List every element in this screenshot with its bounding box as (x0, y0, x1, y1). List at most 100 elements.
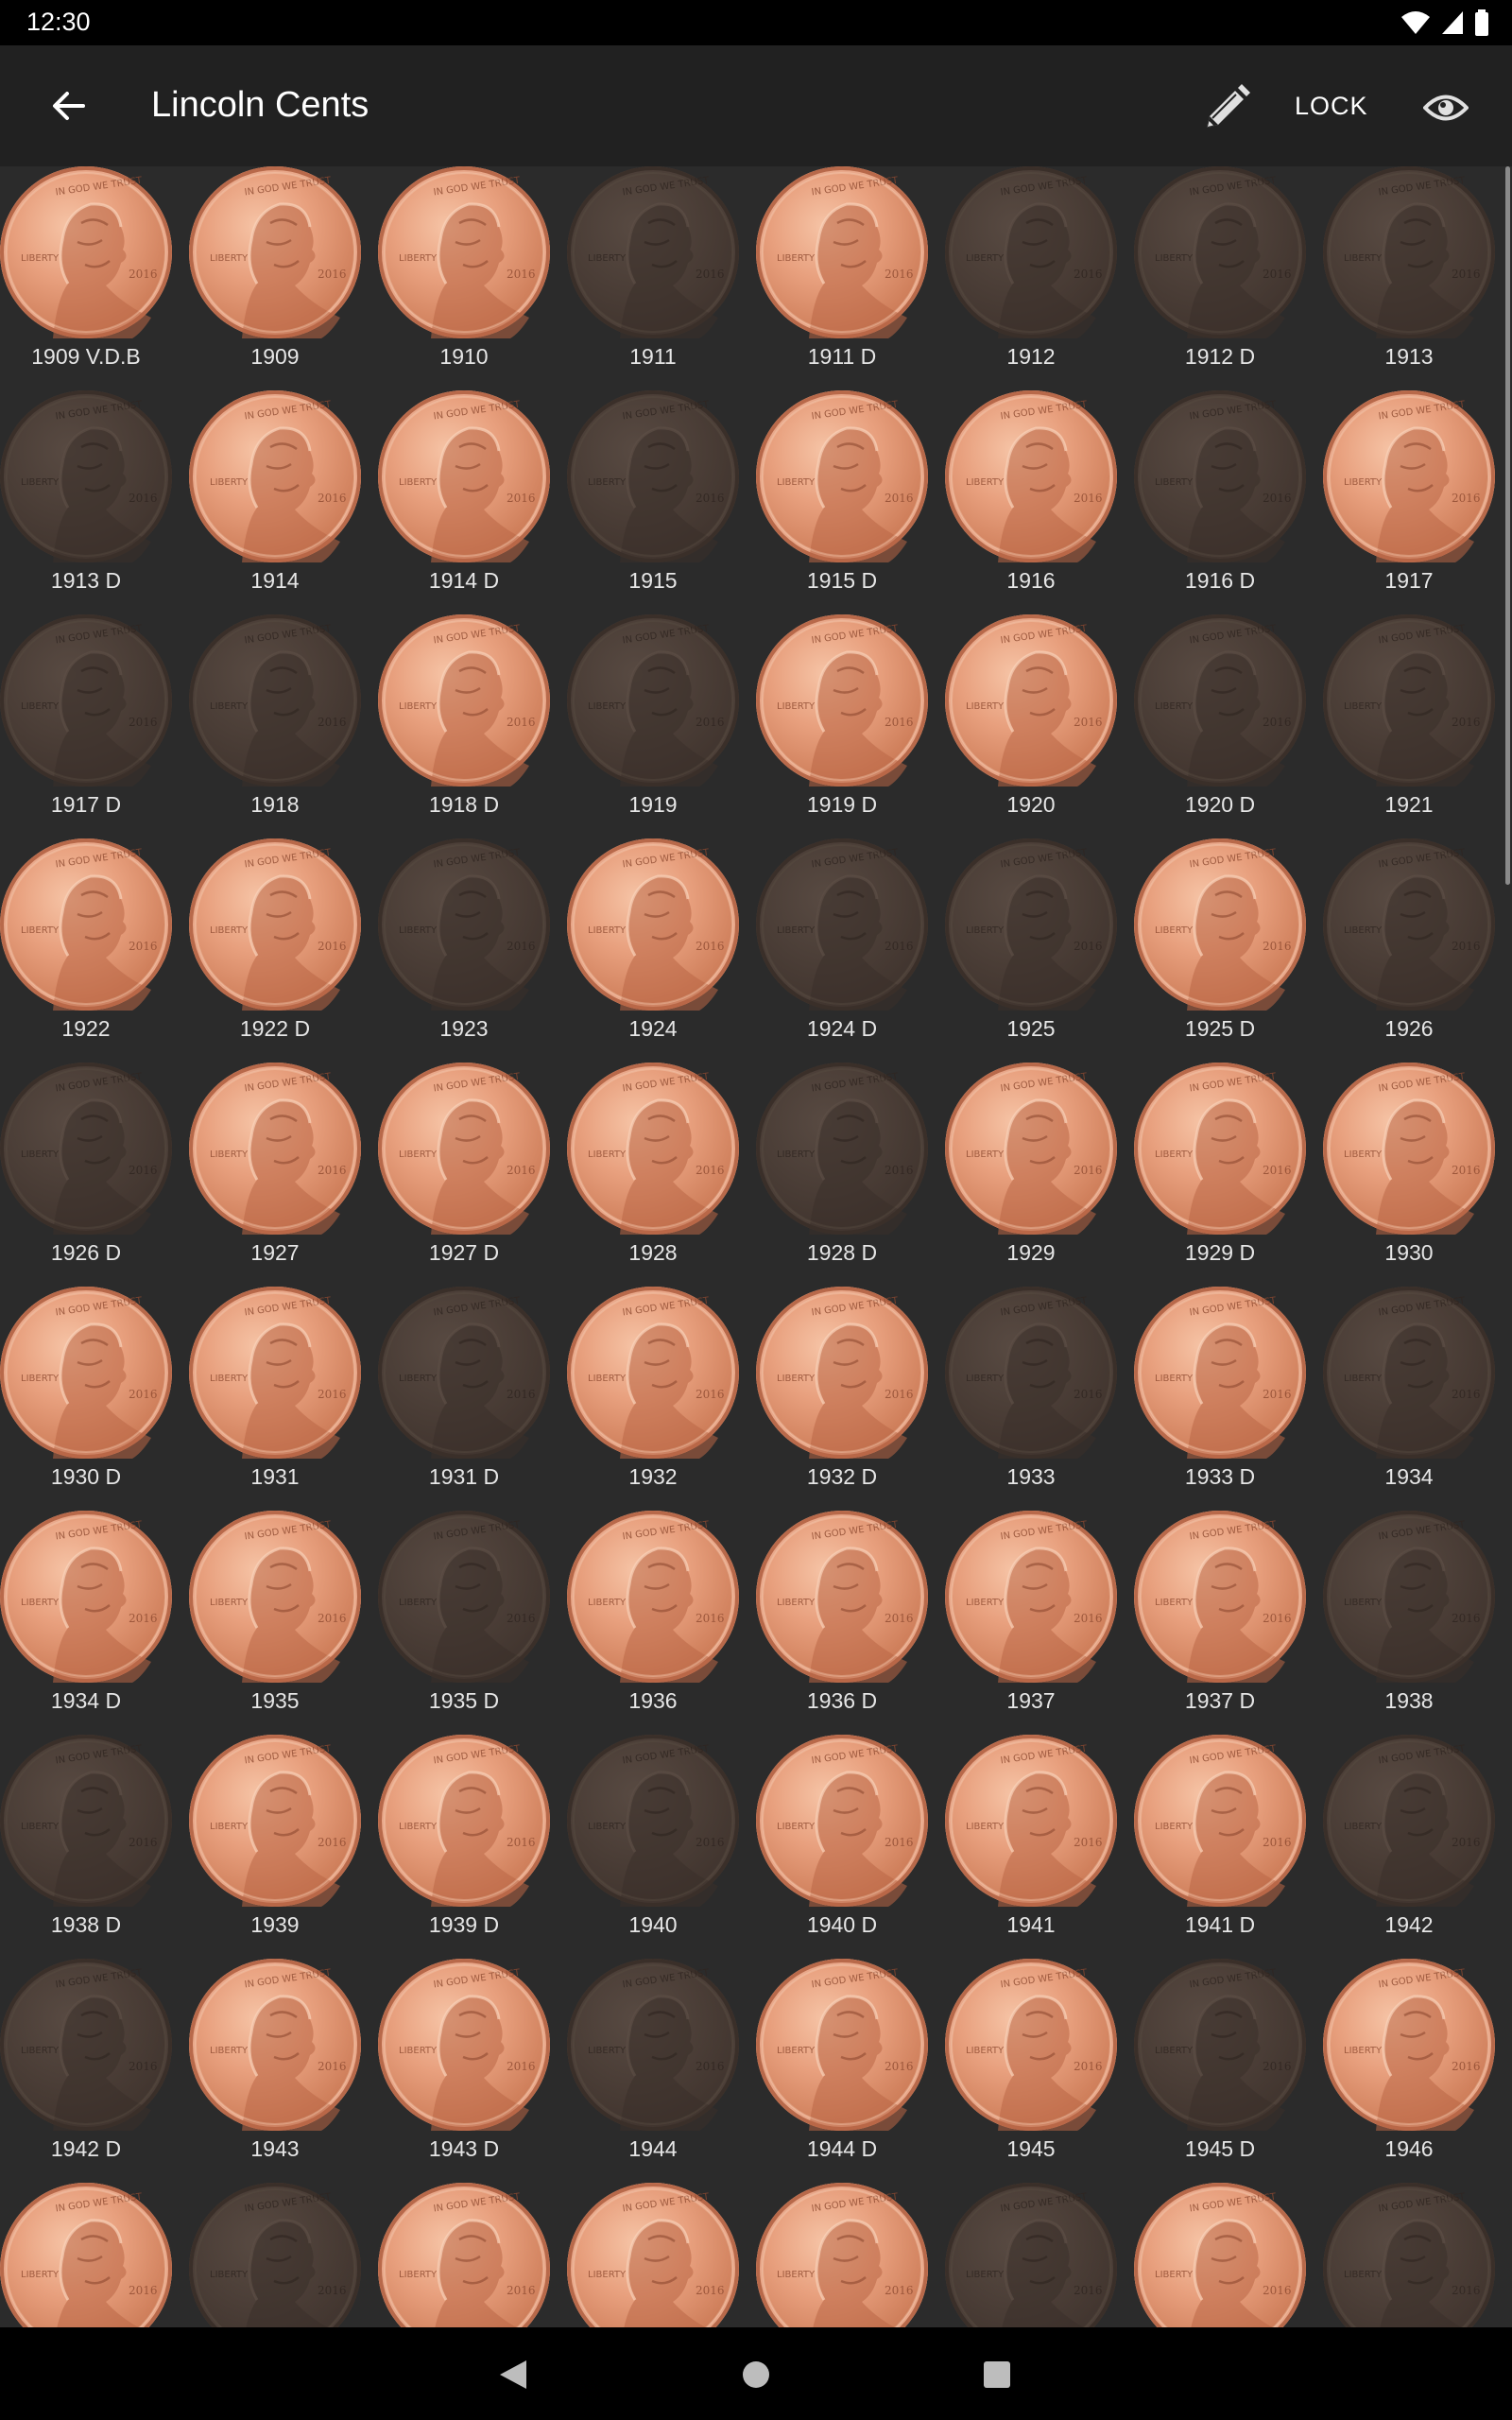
coin-item[interactable]: LIBERTY 2016 IN GOD WE TRUST 1923 (378, 838, 567, 1063)
coin-item[interactable]: LIBERTY 2016 IN GOD WE TRUST 1926 (1323, 838, 1512, 1063)
coin-owned-image[interactable]: LIBERTY 2016 IN GOD WE TRUST (1323, 1063, 1495, 1235)
coin-owned-image[interactable]: LIBERTY 2016 IN GOD WE TRUST (189, 838, 361, 1011)
coin-owned-image[interactable]: LIBERTY 2016 IN GOD WE TRUST (756, 1735, 928, 1907)
coin-item[interactable]: LIBERTY 2016 IN GOD WE TRUST (0, 2183, 189, 2327)
coin-missing-image[interactable]: LIBERTY 2016 IN GOD WE TRUST (1323, 838, 1495, 1011)
coin-missing-image[interactable]: LIBERTY 2016 IN GOD WE TRUST (0, 1063, 172, 1235)
coin-item[interactable]: LIBERTY 2016 IN GOD WE TRUST 1936 (567, 1511, 756, 1735)
coin-owned-image[interactable]: LIBERTY 2016 IN GOD WE TRUST (189, 1063, 361, 1235)
coin-owned-image[interactable]: LIBERTY 2016 IN GOD WE TRUST (945, 1735, 1117, 1907)
coin-missing-image[interactable]: LIBERTY 2016 IN GOD WE TRUST (1323, 614, 1495, 786)
coin-item[interactable]: LIBERTY 2016 IN GOD WE TRUST 1912 D (1134, 166, 1323, 390)
coin-missing-image[interactable]: LIBERTY 2016 IN GOD WE TRUST (567, 1959, 739, 2131)
coin-owned-image[interactable]: LIBERTY 2016 IN GOD WE TRUST (945, 614, 1117, 786)
coin-owned-image[interactable]: LIBERTY 2016 IN GOD WE TRUST (756, 614, 928, 786)
coin-item[interactable]: LIBERTY 2016 IN GOD WE TRUST (756, 2183, 945, 2327)
coin-item[interactable]: LIBERTY 2016 IN GOD WE TRUST 1940 (567, 1735, 756, 1959)
coin-missing-image[interactable]: LIBERTY 2016 IN GOD WE TRUST (1323, 1735, 1495, 1907)
view-toggle-button[interactable] (1416, 81, 1476, 134)
coin-item[interactable]: LIBERTY 2016 IN GOD WE TRUST 1935 (189, 1511, 378, 1735)
coin-missing-image[interactable]: LIBERTY 2016 IN GOD WE TRUST (1323, 1287, 1495, 1459)
coin-owned-image[interactable]: LIBERTY 2016 IN GOD WE TRUST (189, 1959, 361, 2131)
coin-missing-image[interactable]: LIBERTY 2016 IN GOD WE TRUST (0, 1959, 172, 2131)
coin-owned-image[interactable]: LIBERTY 2016 IN GOD WE TRUST (567, 2183, 739, 2327)
coin-item[interactable]: LIBERTY 2016 IN GOD WE TRUST 1918 D (378, 614, 567, 838)
coin-missing-image[interactable]: LIBERTY 2016 IN GOD WE TRUST (945, 2183, 1117, 2327)
coin-missing-image[interactable]: LIBERTY 2016 IN GOD WE TRUST (567, 614, 739, 786)
coin-owned-image[interactable]: LIBERTY 2016 IN GOD WE TRUST (1134, 1511, 1306, 1683)
coin-owned-image[interactable]: LIBERTY 2016 IN GOD WE TRUST (378, 390, 550, 562)
coin-item[interactable]: LIBERTY 2016 IN GOD WE TRUST 1914 D (378, 390, 567, 614)
edit-button[interactable] (1196, 78, 1257, 138)
coin-item[interactable]: LIBERTY 2016 IN GOD WE TRUST 1932 D (756, 1287, 945, 1511)
coin-owned-image[interactable]: LIBERTY 2016 IN GOD WE TRUST (1134, 1735, 1306, 1907)
coin-missing-image[interactable]: LIBERTY 2016 IN GOD WE TRUST (189, 614, 361, 786)
coin-item[interactable]: LIBERTY 2016 IN GOD WE TRUST 1937 D (1134, 1511, 1323, 1735)
coin-missing-image[interactable]: LIBERTY 2016 IN GOD WE TRUST (1323, 166, 1495, 338)
coin-item[interactable]: LIBERTY 2016 IN GOD WE TRUST 1918 (189, 614, 378, 838)
coin-owned-image[interactable]: LIBERTY 2016 IN GOD WE TRUST (756, 1511, 928, 1683)
coin-owned-image[interactable]: LIBERTY 2016 IN GOD WE TRUST (378, 2183, 550, 2327)
coin-item[interactable]: LIBERTY 2016 IN GOD WE TRUST 1928 (567, 1063, 756, 1287)
coin-item[interactable]: LIBERTY 2016 IN GOD WE TRUST 1932 (567, 1287, 756, 1511)
coin-missing-image[interactable]: LIBERTY 2016 IN GOD WE TRUST (1134, 390, 1306, 562)
coin-owned-image[interactable]: LIBERTY 2016 IN GOD WE TRUST (756, 166, 928, 338)
coin-owned-image[interactable]: LIBERTY 2016 IN GOD WE TRUST (945, 390, 1117, 562)
coin-item[interactable]: LIBERTY 2016 IN GOD WE TRUST 1915 D (756, 390, 945, 614)
coin-missing-image[interactable]: LIBERTY 2016 IN GOD WE TRUST (945, 1287, 1117, 1459)
coin-missing-image[interactable]: LIBERTY 2016 IN GOD WE TRUST (945, 166, 1117, 338)
coin-item[interactable]: LIBERTY 2016 IN GOD WE TRUST 1921 (1323, 614, 1512, 838)
coin-missing-image[interactable]: LIBERTY 2016 IN GOD WE TRUST (567, 1735, 739, 1907)
coin-owned-image[interactable]: LIBERTY 2016 IN GOD WE TRUST (567, 1063, 739, 1235)
coin-item[interactable]: LIBERTY 2016 IN GOD WE TRUST (945, 2183, 1134, 2327)
coin-item[interactable]: LIBERTY 2016 IN GOD WE TRUST 1925 (945, 838, 1134, 1063)
coin-missing-image[interactable]: LIBERTY 2016 IN GOD WE TRUST (189, 2183, 361, 2327)
coin-item[interactable]: LIBERTY 2016 IN GOD WE TRUST 1935 D (378, 1511, 567, 1735)
coin-owned-image[interactable]: LIBERTY 2016 IN GOD WE TRUST (0, 1287, 172, 1459)
coin-item[interactable]: LIBERTY 2016 IN GOD WE TRUST 1938 D (0, 1735, 189, 1959)
coin-owned-image[interactable]: LIBERTY 2016 IN GOD WE TRUST (1134, 2183, 1306, 2327)
coin-owned-image[interactable]: LIBERTY 2016 IN GOD WE TRUST (0, 838, 172, 1011)
coin-owned-image[interactable]: LIBERTY 2016 IN GOD WE TRUST (378, 614, 550, 786)
coin-missing-image[interactable]: LIBERTY 2016 IN GOD WE TRUST (567, 390, 739, 562)
coin-item[interactable]: LIBERTY 2016 IN GOD WE TRUST 1919 (567, 614, 756, 838)
coin-item[interactable]: LIBERTY 2016 IN GOD WE TRUST 1926 D (0, 1063, 189, 1287)
coin-owned-image[interactable]: LIBERTY 2016 IN GOD WE TRUST (1323, 1959, 1495, 2131)
coin-item[interactable]: LIBERTY 2016 IN GOD WE TRUST 1914 (189, 390, 378, 614)
coin-item[interactable]: LIBERTY 2016 IN GOD WE TRUST 1931 D (378, 1287, 567, 1511)
coin-owned-image[interactable]: LIBERTY 2016 IN GOD WE TRUST (378, 1735, 550, 1907)
coin-item[interactable]: LIBERTY 2016 IN GOD WE TRUST 1945 (945, 1959, 1134, 2183)
coin-item[interactable]: LIBERTY 2016 IN GOD WE TRUST 1920 D (1134, 614, 1323, 838)
coin-owned-image[interactable]: LIBERTY 2016 IN GOD WE TRUST (945, 1959, 1117, 2131)
coin-item[interactable]: LIBERTY 2016 IN GOD WE TRUST 1920 (945, 614, 1134, 838)
coin-item[interactable]: LIBERTY 2016 IN GOD WE TRUST 1911 D (756, 166, 945, 390)
coin-item[interactable]: LIBERTY 2016 IN GOD WE TRUST 1924 D (756, 838, 945, 1063)
coin-missing-image[interactable]: LIBERTY 2016 IN GOD WE TRUST (0, 1735, 172, 1907)
coin-item[interactable]: LIBERTY 2016 IN GOD WE TRUST 1943 D (378, 1959, 567, 2183)
coin-item[interactable]: LIBERTY 2016 IN GOD WE TRUST 1910 (378, 166, 567, 390)
coin-missing-image[interactable]: LIBERTY 2016 IN GOD WE TRUST (567, 166, 739, 338)
coin-item[interactable]: LIBERTY 2016 IN GOD WE TRUST 1916 D (1134, 390, 1323, 614)
coin-owned-image[interactable]: LIBERTY 2016 IN GOD WE TRUST (945, 1063, 1117, 1235)
coin-item[interactable]: LIBERTY 2016 IN GOD WE TRUST 1917 (1323, 390, 1512, 614)
coin-item[interactable]: LIBERTY 2016 IN GOD WE TRUST 1937 (945, 1511, 1134, 1735)
coin-owned-image[interactable]: LIBERTY 2016 IN GOD WE TRUST (1134, 838, 1306, 1011)
coin-item[interactable]: LIBERTY 2016 IN GOD WE TRUST 1939 (189, 1735, 378, 1959)
coin-owned-image[interactable]: LIBERTY 2016 IN GOD WE TRUST (378, 1959, 550, 2131)
coin-grid-area[interactable]: LIBERTY 2016 IN GOD WE TRUST 1909 V.D.B … (0, 166, 1512, 2327)
coin-owned-image[interactable]: LIBERTY 2016 IN GOD WE TRUST (756, 1287, 928, 1459)
coin-item[interactable]: LIBERTY 2016 IN GOD WE TRUST 1929 (945, 1063, 1134, 1287)
coin-item[interactable]: LIBERTY 2016 IN GOD WE TRUST 1941 (945, 1735, 1134, 1959)
coin-missing-image[interactable]: LIBERTY 2016 IN GOD WE TRUST (0, 614, 172, 786)
coin-item[interactable]: LIBERTY 2016 IN GOD WE TRUST 1943 (189, 1959, 378, 2183)
coin-missing-image[interactable]: LIBERTY 2016 IN GOD WE TRUST (945, 838, 1117, 1011)
coin-owned-image[interactable]: LIBERTY 2016 IN GOD WE TRUST (189, 1287, 361, 1459)
coin-owned-image[interactable]: LIBERTY 2016 IN GOD WE TRUST (0, 1511, 172, 1683)
coin-item[interactable]: LIBERTY 2016 IN GOD WE TRUST 1911 (567, 166, 756, 390)
coin-missing-image[interactable]: LIBERTY 2016 IN GOD WE TRUST (756, 1063, 928, 1235)
coin-missing-image[interactable]: LIBERTY 2016 IN GOD WE TRUST (1323, 1511, 1495, 1683)
coin-item[interactable]: LIBERTY 2016 IN GOD WE TRUST 1909 (189, 166, 378, 390)
coin-item[interactable]: LIBERTY 2016 IN GOD WE TRUST 1913 (1323, 166, 1512, 390)
coin-owned-image[interactable]: LIBERTY 2016 IN GOD WE TRUST (945, 1511, 1117, 1683)
coin-missing-image[interactable]: LIBERTY 2016 IN GOD WE TRUST (756, 838, 928, 1011)
